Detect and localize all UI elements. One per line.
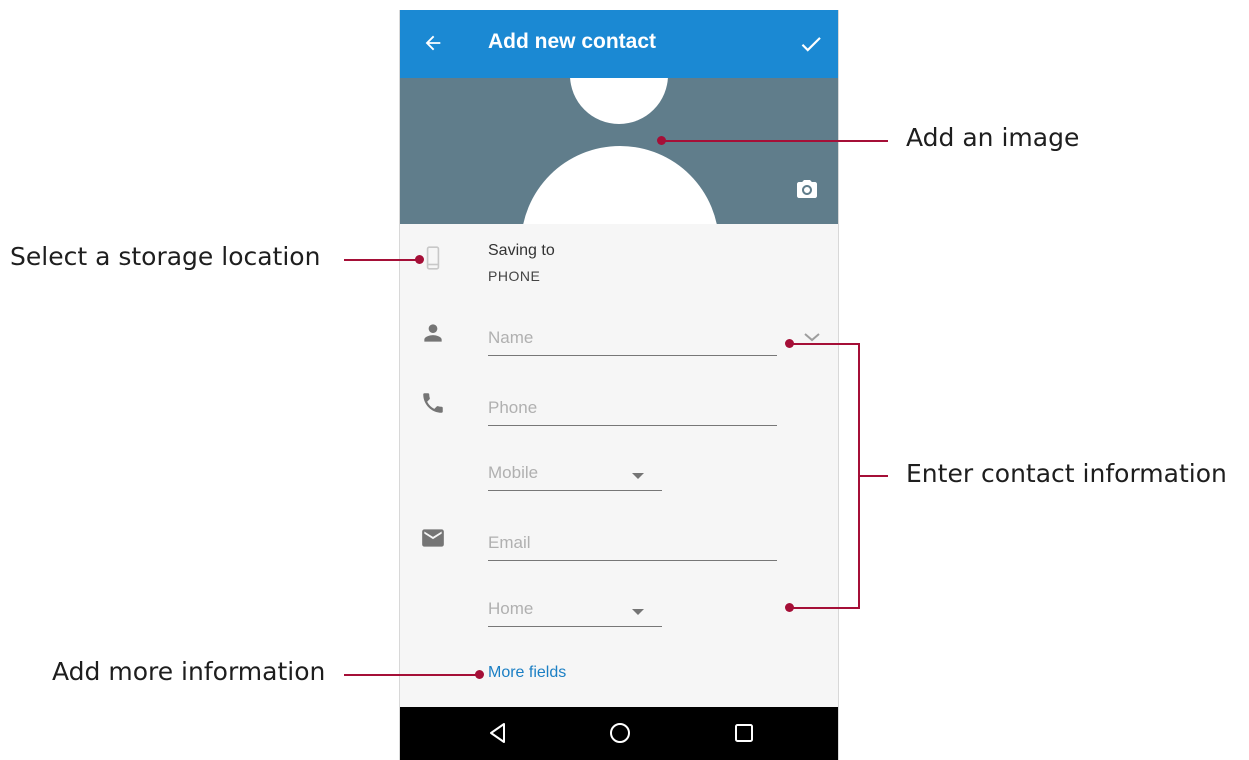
caret-down-icon — [632, 609, 644, 615]
callout-line — [789, 343, 860, 345]
callout-line — [344, 259, 421, 261]
callout-add-image: Add an image — [906, 123, 1080, 152]
system-nav-bar — [400, 707, 838, 760]
app-bar: Add new contact — [400, 10, 838, 78]
callout-dot — [475, 670, 484, 679]
phone-type-select[interactable]: Mobile — [488, 461, 662, 491]
name-placeholder: Name — [488, 328, 534, 347]
phone-placeholder: Phone — [488, 398, 538, 417]
callout-line — [344, 674, 480, 676]
caret-down-icon — [632, 473, 644, 479]
page-title: Add new contact — [488, 30, 657, 53]
callout-line — [662, 140, 888, 142]
callout-more-info: Add more information — [52, 657, 326, 686]
more-fields-link[interactable]: More fields — [488, 664, 566, 682]
check-icon[interactable] — [798, 31, 824, 57]
callout-dot — [415, 255, 424, 264]
phone-screen: Add new contact Saving to PHONE Name Pho… — [399, 10, 839, 760]
avatar-body — [521, 146, 719, 224]
callout-line — [789, 607, 860, 609]
chevron-down-icon[interactable] — [802, 330, 822, 344]
phone-input[interactable]: Phone — [488, 396, 777, 426]
nav-home-icon[interactable] — [608, 721, 632, 745]
callout-line — [860, 475, 888, 477]
phone-type-value: Mobile — [488, 463, 539, 482]
storage-location-value[interactable]: PHONE — [488, 268, 540, 284]
arrow-left-icon[interactable] — [422, 32, 444, 54]
email-type-value: Home — [488, 599, 534, 618]
saving-to-label[interactable]: Saving to — [488, 242, 555, 260]
phone-icon — [423, 393, 443, 413]
email-input[interactable]: Email — [488, 531, 777, 561]
callout-storage: Select a storage location — [10, 242, 321, 271]
email-icon — [422, 529, 444, 547]
camera-icon[interactable] — [794, 178, 820, 202]
nav-recents-icon[interactable] — [732, 721, 756, 745]
avatar-head — [570, 78, 668, 124]
person-icon — [424, 324, 442, 342]
email-type-select[interactable]: Home — [488, 597, 662, 627]
contact-photo-area[interactable] — [400, 78, 838, 224]
name-input[interactable]: Name — [488, 326, 777, 356]
callout-contact-info: Enter contact information — [906, 459, 1227, 488]
nav-back-icon[interactable] — [486, 721, 510, 745]
email-placeholder: Email — [488, 533, 531, 552]
callout-dot — [785, 603, 794, 612]
